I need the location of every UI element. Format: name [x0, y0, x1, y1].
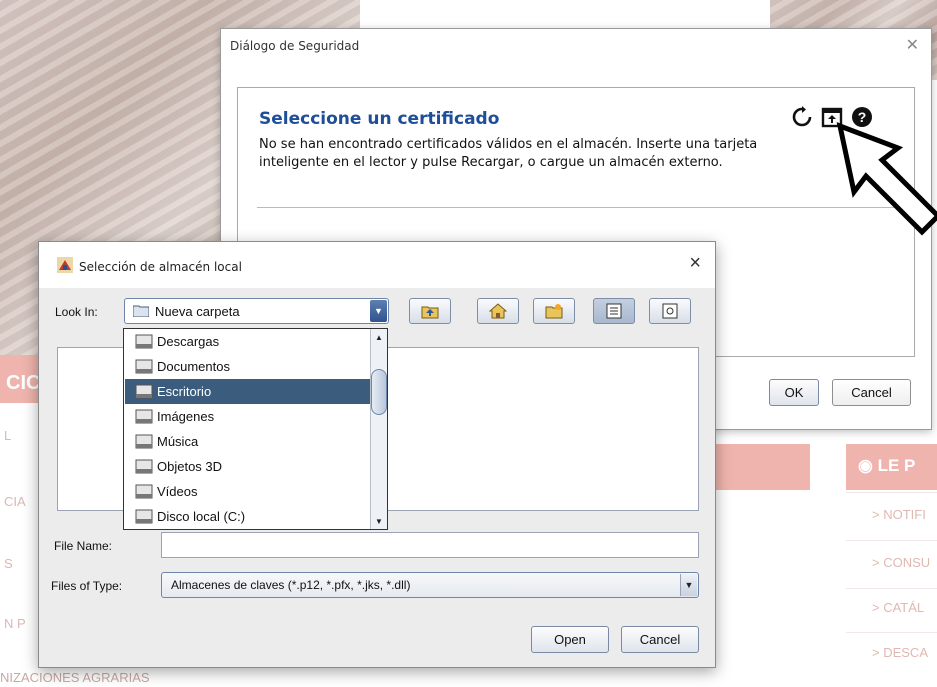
files-of-type-label: Files of Type:	[51, 579, 123, 593]
drive-icon	[135, 459, 153, 474]
pointer-arrow-icon	[836, 122, 937, 236]
file-name-label: File Name:	[54, 539, 113, 553]
dropdown-item[interactable]: Disco local (C:)	[125, 504, 371, 529]
dropdown-item[interactable]: Vídeos	[125, 479, 371, 504]
list-view-icon	[606, 303, 622, 319]
cancel-button[interactable]: Cancel	[621, 626, 699, 653]
folder-icon	[133, 305, 149, 317]
look-in-combo[interactable]: Nueva carpeta ▼	[124, 298, 389, 324]
panel-header	[712, 444, 810, 490]
panel-message: No se han encontrado certificados válido…	[259, 137, 758, 170]
title-bar: Selección de almacén local ×	[39, 242, 715, 288]
dropdown-item[interactable]: Descargas	[125, 329, 371, 354]
open-button[interactable]: Open	[531, 626, 609, 653]
menu-item[interactable]: > NOTIFI	[872, 507, 926, 522]
details-view-button[interactable]	[649, 298, 691, 324]
dropdown-item[interactable]: Documentos	[125, 354, 371, 379]
ok-button[interactable]: OK	[769, 379, 819, 406]
side-link[interactable]: CIA	[4, 494, 26, 509]
drive-icon	[135, 334, 153, 349]
drive-icon	[135, 409, 153, 424]
look-in-value: Nueva carpeta	[155, 304, 240, 319]
java-app-icon	[57, 257, 73, 273]
menu-item[interactable]: > CATÁL	[872, 600, 924, 615]
drive-icon	[135, 484, 153, 499]
chevron-down-icon[interactable]: ▼	[370, 300, 387, 322]
new-folder-button[interactable]	[533, 298, 575, 324]
chevron-down-icon[interactable]: ▼	[680, 574, 697, 596]
scroll-down-icon[interactable]: ▼	[371, 513, 387, 529]
files-of-type-combo[interactable]: Almacenes de claves (*.p12, *.pfx, *.jks…	[161, 572, 699, 598]
side-link[interactable]: L	[4, 428, 11, 443]
section-banner-text: CIC	[6, 372, 41, 394]
scroll-thumb[interactable]	[371, 369, 387, 415]
dialog-title: Diálogo de Seguridad	[230, 39, 360, 53]
eye-icon: ◉	[858, 456, 878, 475]
side-link[interactable]: S	[4, 556, 13, 571]
home-button[interactable]	[477, 298, 519, 324]
files-of-type-value: Almacenes de claves (*.p12, *.pfx, *.jks…	[171, 578, 411, 592]
scroll-up-icon[interactable]: ▲	[371, 329, 387, 345]
dropdown-item[interactable]: Música	[125, 429, 371, 454]
panel-heading: Seleccione un certificado	[259, 109, 500, 129]
look-in-dropdown: Descargas Documentos Escritorio Imágenes…	[123, 328, 388, 530]
close-icon[interactable]: ×	[689, 252, 701, 275]
dropdown-item-selected[interactable]: Escritorio	[125, 379, 371, 404]
dialog-title: Selección de almacén local	[79, 260, 242, 274]
details-view-icon	[662, 303, 678, 319]
close-icon[interactable]: ✕	[906, 35, 919, 55]
drive-icon	[135, 434, 153, 449]
drive-icon	[135, 509, 153, 524]
list-view-button[interactable]	[593, 298, 635, 324]
home-icon	[489, 303, 507, 319]
panel-header-label: ◉ LE P	[858, 456, 916, 475]
drive-icon	[135, 359, 153, 374]
divider	[257, 207, 897, 208]
dropdown-scrollbar[interactable]: ▲ ▼	[370, 329, 387, 529]
dropdown-item[interactable]: Objetos 3D	[125, 454, 371, 479]
dropdown-item[interactable]: Imágenes	[125, 404, 371, 429]
bottom-text: NIZACIONES AGRARIAS	[0, 670, 150, 685]
new-folder-icon	[545, 304, 563, 319]
menu-item[interactable]: > DESCA	[872, 645, 928, 660]
side-link[interactable]: N P	[4, 616, 26, 631]
menu-item[interactable]: > CONSU	[872, 555, 930, 570]
file-name-field[interactable]	[161, 532, 699, 558]
drive-icon	[135, 384, 153, 399]
cancel-button[interactable]: Cancel	[832, 379, 911, 406]
up-folder-button[interactable]	[409, 298, 451, 324]
look-in-label: Look In:	[55, 305, 98, 319]
up-folder-icon	[421, 306, 439, 319]
refresh-icon[interactable]	[791, 106, 813, 128]
